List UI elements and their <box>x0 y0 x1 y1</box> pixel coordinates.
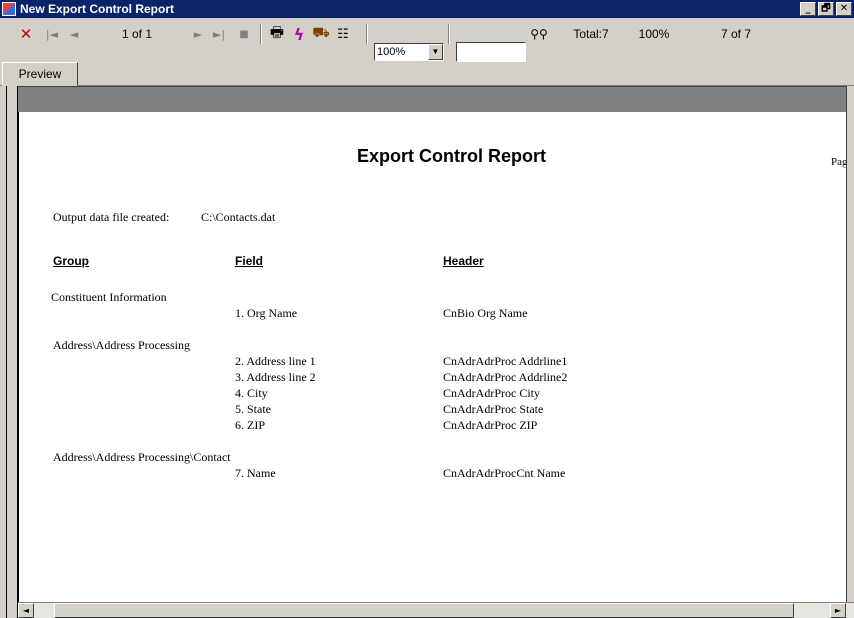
field-name: 7. Name <box>235 466 276 480</box>
lightning-icon: ϟ <box>293 24 305 44</box>
column-header-group: Group <box>53 254 89 268</box>
title-bar: New Export Control Report _ 🗗 ✕ <box>0 0 854 18</box>
total-records: Total:7 <box>570 18 612 50</box>
tab-preview-label: Preview <box>18 67 62 81</box>
header-name: CnAdrAdrProcCnt Name <box>443 466 566 480</box>
field-name: 1. Org Name <box>235 306 298 320</box>
search-input[interactable] <box>456 42 526 62</box>
toolbar-separator <box>448 24 450 44</box>
print-button[interactable]: 🖶 <box>266 18 288 50</box>
toolbar: ✕ |◄ ◄ 1 of 1 ► ►| ■ 🖶 ϟ ⛟ ☷ 100% ▼ ⚲⚲ T… <box>0 18 854 62</box>
viewer-left-frame <box>6 86 18 618</box>
group-name: Address\Address Processing <box>53 338 190 352</box>
scroll-left-icon[interactable]: ◄ <box>18 603 34 618</box>
header-name: CnAdrAdrProc ZIP <box>443 418 538 432</box>
first-page-icon: |◄ <box>45 27 59 41</box>
header-name: CnAdrAdrProc City <box>443 386 540 400</box>
report-page: Export Control Report Pag Output data fi… <box>18 112 849 602</box>
last-page-button[interactable]: ►| <box>208 18 230 50</box>
group-tree-button[interactable]: ☷ <box>332 18 354 50</box>
window-title: New Export Control Report <box>20 2 175 16</box>
stop-icon: ■ <box>239 28 249 40</box>
header-name: CnAdrAdrProc State <box>443 402 544 416</box>
last-page-icon: ►| <box>212 27 226 41</box>
page-indicator: 1 of 1 <box>112 18 162 50</box>
field-name: 6. ZIP <box>235 418 265 432</box>
header-name: CnAdrAdrProc Addrline1 <box>443 354 568 368</box>
percent-complete: 100% <box>636 18 672 50</box>
zoom-value: 100% <box>377 46 406 58</box>
export-button[interactable]: ϟ <box>288 18 310 50</box>
previous-page-icon: ◄ <box>69 27 79 41</box>
send-mail-button[interactable]: ⛟ <box>310 18 332 50</box>
zoom-select[interactable]: 100% ▼ <box>374 43 444 61</box>
stop-button[interactable]: ■ <box>234 18 254 50</box>
output-file-label: Output data file created: <box>53 210 170 224</box>
printer-icon: 🖶 <box>269 22 285 41</box>
binoculars-icon: ⚲⚲ <box>530 27 548 41</box>
output-file-path: C:\Contacts.dat <box>201 210 276 224</box>
header-name: CnBio Org Name <box>443 306 528 320</box>
group-name: Constituent Information <box>51 290 167 304</box>
percent-complete-text: 100% <box>638 27 670 41</box>
toolbar-separator <box>366 24 368 44</box>
previous-page-button[interactable]: ◄ <box>64 18 84 50</box>
first-page-button[interactable]: |◄ <box>42 18 62 50</box>
scrollbar-thumb[interactable] <box>54 603 794 618</box>
next-page-icon: ► <box>193 27 203 41</box>
total-records-text: Total:7 <box>573 27 609 41</box>
field-name: 2. Address line 1 <box>235 354 316 368</box>
field-name: 3. Address line 2 <box>235 370 316 384</box>
search-button[interactable]: ⚲⚲ <box>528 18 550 50</box>
restore-button[interactable]: 🗗 <box>818 2 834 16</box>
close-icon: ✕ <box>19 25 33 43</box>
field-name: 4. City <box>235 386 268 400</box>
next-page-button[interactable]: ► <box>188 18 208 50</box>
window-controls: _ 🗗 ✕ <box>800 2 854 16</box>
scroll-right-icon[interactable]: ► <box>830 603 846 618</box>
page-indicator-text: 1 of 1 <box>121 27 153 41</box>
report-title: Export Control Report <box>357 146 546 166</box>
group-name: Address\Address Processing\Contact <box>53 450 231 464</box>
column-header-field: Field <box>235 254 264 268</box>
column-header-header: Header <box>443 254 484 268</box>
tab-bar: Preview <box>0 62 854 86</box>
chevron-down-icon[interactable]: ▼ <box>428 44 443 60</box>
tab-preview[interactable]: Preview <box>2 62 78 86</box>
record-count-text: 7 of 7 <box>720 27 752 41</box>
horizontal-scrollbar[interactable]: ◄ ► <box>18 602 854 618</box>
field-name: 5. State <box>235 402 271 416</box>
minimize-button[interactable]: _ <box>800 2 816 16</box>
toolbar-separator <box>260 24 262 44</box>
group-tree-icon: ☷ <box>337 26 349 42</box>
vertical-scrollbar[interactable] <box>846 86 854 606</box>
mail-icon: ⛟ <box>312 25 330 41</box>
record-count: 7 of 7 <box>716 18 756 50</box>
close-report-button[interactable]: ✕ <box>16 18 36 50</box>
close-window-button[interactable]: ✕ <box>836 2 852 16</box>
app-icon <box>2 2 16 16</box>
header-name: CnAdrAdrProc Addrline2 <box>443 370 568 384</box>
